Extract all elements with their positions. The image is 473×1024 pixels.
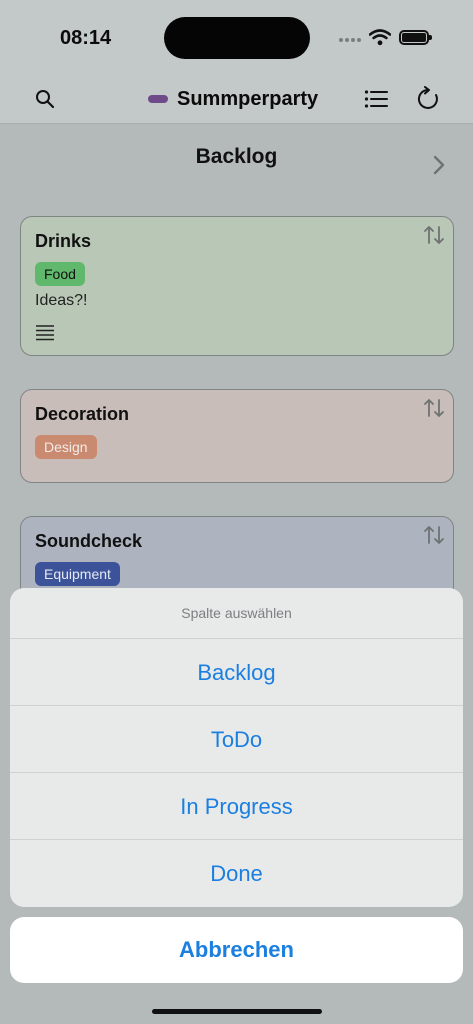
wifi-icon (369, 29, 391, 46)
task-card-decoration[interactable]: Decoration Design (20, 389, 454, 483)
board-title-group[interactable]: Summperparty (148, 86, 318, 112)
nav-bar: Summperparty (0, 76, 473, 124)
card-title: Drinks (35, 231, 92, 251)
refresh-icon[interactable] (415, 86, 441, 112)
option-backlog[interactable]: Backlog (10, 639, 463, 706)
card-tag: Food (35, 262, 85, 286)
move-arrows-icon[interactable] (423, 398, 445, 418)
description-lines-icon (36, 325, 54, 341)
card-tag: Design (35, 435, 97, 459)
list-icon[interactable] (364, 88, 388, 110)
card-tag: Equipment (35, 562, 120, 586)
status-bar: 08:14 (0, 0, 473, 76)
board-color-indicator (148, 95, 168, 103)
card-title: Soundcheck (35, 531, 143, 551)
board-title: Summperparty (177, 87, 319, 110)
move-arrows-icon[interactable] (423, 525, 445, 545)
sheet-header: Spalte auswählen (10, 588, 463, 639)
column-title: Backlog (195, 145, 278, 168)
dynamic-island (164, 17, 310, 59)
cellular-signal-icon (339, 36, 363, 44)
move-arrows-icon[interactable] (423, 225, 445, 245)
option-done[interactable]: Done (10, 840, 463, 907)
card-title: Decoration (35, 404, 130, 424)
card-description: Ideas?! (35, 292, 88, 309)
chevron-right-icon[interactable] (431, 153, 447, 177)
status-time: 08:14 (60, 27, 112, 49)
task-card-drinks[interactable]: Drinks Food Ideas?! (20, 216, 454, 356)
home-indicator (152, 1009, 322, 1014)
option-todo[interactable]: ToDo (10, 706, 463, 773)
column-picker-sheet: Spalte auswählen Backlog ToDo In Progres… (10, 588, 463, 907)
option-in-progress[interactable]: In Progress (10, 773, 463, 840)
battery-icon (399, 30, 432, 45)
search-icon[interactable] (34, 88, 56, 110)
cancel-button[interactable]: Abbrechen (10, 917, 463, 983)
